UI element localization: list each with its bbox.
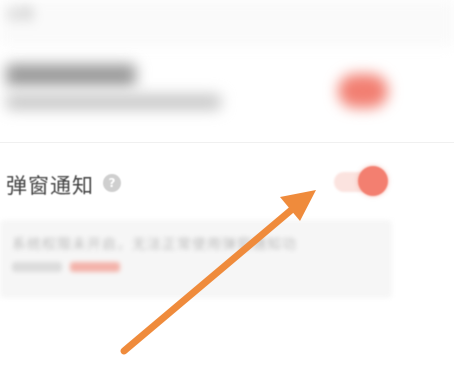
top-blurred-header: 设置 [0,0,454,46]
popup-notification-row: 弹窗通知 ? [0,160,454,206]
blurred-setting-title [6,64,136,86]
help-icon[interactable]: ? [103,174,121,192]
blurred-setting-toggle[interactable] [338,74,388,108]
header-faint-text: 设置 [6,7,34,23]
popup-notification-toggle[interactable] [334,166,390,196]
permission-notice: 系统权限未开启，无法正常使用弹窗通知功 [0,220,392,298]
settings-screen: 设置 弹窗通知 ? 系统权限未开启，无法正常使用弹窗通知功 [0,0,454,384]
divider [0,142,454,143]
permission-notice-link[interactable] [70,262,120,272]
blurred-setting-row [0,52,454,132]
blurred-setting-subtitle [6,94,221,110]
popup-notification-label: 弹窗通知 [6,174,94,198]
permission-notice-second-line [12,262,62,272]
toggle-knob [358,166,388,196]
permission-notice-text: 系统权限未开启，无法正常使用弹窗通知功 [12,237,297,253]
